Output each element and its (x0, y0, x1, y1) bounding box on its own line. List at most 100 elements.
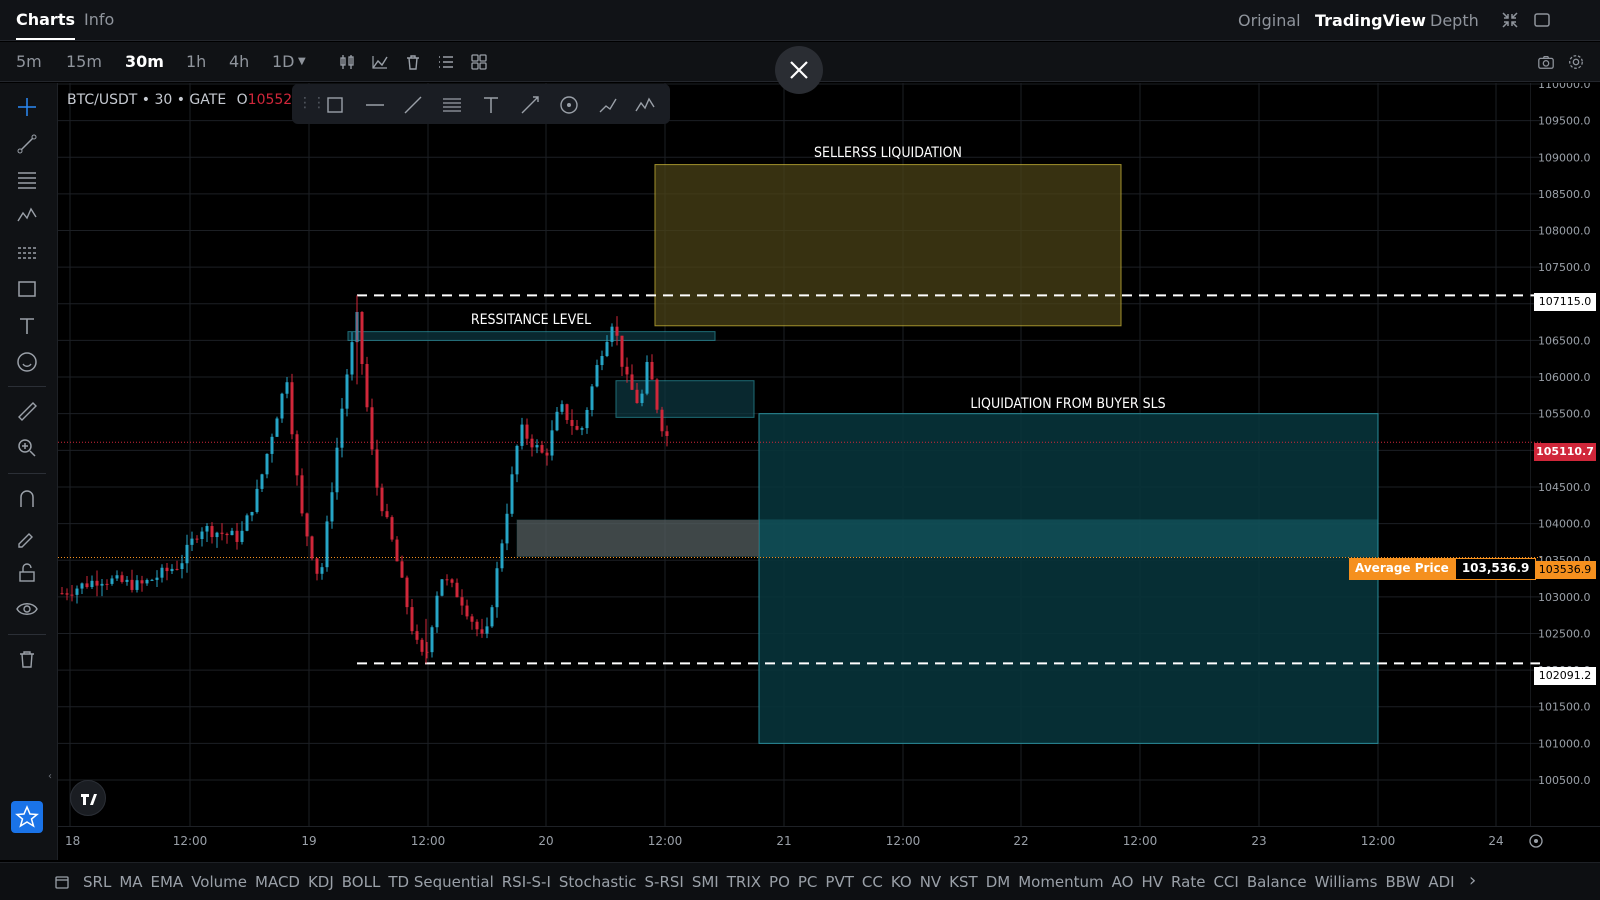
view-depth[interactable]: Depth (1430, 11, 1479, 30)
pattern-icon[interactable] (15, 203, 39, 227)
rectangle-icon[interactable] (15, 277, 39, 301)
ruler-icon[interactable] (15, 399, 39, 423)
chevron-right-icon[interactable]: › (1469, 870, 1476, 891)
timeframe-1d[interactable]: 1D (272, 52, 295, 71)
collapse-arrow-icon[interactable]: ‹ (48, 771, 52, 782)
average-price-title: Average Price (1349, 558, 1455, 580)
indicator-19[interactable]: KST (949, 873, 978, 891)
indicator-21[interactable]: Momentum (1018, 873, 1103, 891)
settings-icon[interactable] (1567, 53, 1585, 71)
indicator-1[interactable]: MA (119, 873, 142, 891)
indicator-18[interactable]: NV (920, 873, 941, 891)
timeframe-1h[interactable]: 1h (186, 52, 206, 71)
indicator-6[interactable]: BOLL (342, 873, 381, 891)
timeframe-5m[interactable]: 5m (16, 52, 42, 71)
collapse-icon[interactable] (1500, 10, 1520, 30)
timeframe-15m[interactable]: 15m (66, 52, 102, 71)
horizontal-line-icon[interactable] (364, 94, 386, 116)
indicator-2[interactable]: EMA (151, 873, 184, 891)
indicator-9[interactable]: Stochastic (559, 873, 637, 891)
indicator-28[interactable]: BBW (1385, 873, 1420, 891)
lock-drawing-icon[interactable] (15, 524, 39, 548)
candle (320, 563, 324, 580)
indicator-5[interactable]: KDJ (308, 873, 334, 891)
indicator-15[interactable]: PVT (825, 873, 853, 891)
chevron-down-icon[interactable]: ▼ (298, 56, 306, 67)
path-icon[interactable] (597, 94, 619, 116)
zoom-in-icon[interactable] (15, 436, 39, 460)
view-tradingview[interactable]: TradingView (1315, 11, 1426, 30)
arrow-line-icon[interactable] (519, 94, 541, 116)
indicator-20[interactable]: DM (986, 873, 1011, 891)
emoji-icon[interactable] (15, 350, 39, 374)
time-label-11: 12:00 (1361, 834, 1396, 848)
crosshair-icon[interactable] (15, 95, 39, 119)
eye-icon[interactable] (15, 597, 39, 621)
candle (310, 535, 314, 561)
time-axis[interactable]: 18 12:00 19 12:00 20 12:00 21 12:00 22 12:00 23 12:… (58, 826, 1600, 860)
indicator-29[interactable]: ADI (1428, 873, 1454, 891)
indicator-14[interactable]: PC (798, 873, 818, 891)
price-label-2: 109000.0 (1538, 151, 1591, 164)
close-button[interactable] (775, 46, 823, 94)
timeframe-4h[interactable]: 4h (229, 52, 249, 71)
unlock-icon[interactable] (15, 561, 39, 585)
camera-icon[interactable] (1537, 53, 1555, 71)
price-label-1: 109500.0 (1538, 115, 1591, 128)
trash-icon[interactable] (15, 647, 39, 671)
price-label-15: 102500.0 (1538, 627, 1591, 640)
indicator-4[interactable]: MACD (255, 873, 300, 891)
trash-icon[interactable] (403, 52, 423, 72)
fib-icon[interactable] (15, 168, 39, 192)
indicator-27[interactable]: Williams (1315, 873, 1378, 891)
chart-canvas[interactable]: SELLERSS LIQUIDATION RESSITANCE LEVEL LIQU… (58, 83, 1542, 826)
window-icon[interactable] (1532, 10, 1552, 30)
indicator-0[interactable]: SRL (83, 873, 111, 891)
candles-icon[interactable] (337, 52, 357, 72)
drag-handle-icon[interactable]: ⋮⋮ (298, 95, 326, 111)
pattern-icon[interactable] (634, 94, 656, 116)
indicator-17[interactable]: KO (891, 873, 912, 891)
indicator-8[interactable]: RSI-S-I (502, 873, 551, 891)
rectangle-icon[interactable] (324, 94, 346, 116)
tab-charts[interactable]: Charts (16, 10, 75, 40)
grid-icon[interactable] (469, 52, 489, 72)
axis-settings-icon[interactable] (1529, 834, 1543, 848)
timeframe-30m[interactable]: 30m (125, 52, 164, 71)
indicator-16[interactable]: CC (862, 873, 883, 891)
indicator-23[interactable]: HV (1141, 873, 1163, 891)
view-original[interactable]: Original (1238, 11, 1301, 30)
candle (220, 523, 224, 541)
circle-icon[interactable] (558, 94, 580, 116)
indicator-12[interactable]: TRIX (727, 873, 761, 891)
indicators-icon[interactable] (370, 52, 390, 72)
list-icon[interactable] (436, 52, 456, 72)
indicator-3[interactable]: Volume (191, 873, 247, 891)
candle (465, 599, 469, 620)
candle-body (635, 389, 639, 404)
trend-line-icon[interactable] (402, 94, 424, 116)
trend-line-icon[interactable] (15, 132, 39, 156)
indicator-24[interactable]: Rate (1171, 873, 1205, 891)
tradingview-logo[interactable] (70, 780, 106, 816)
text-icon[interactable] (480, 94, 502, 116)
indicator-26[interactable]: Balance (1247, 873, 1307, 891)
candle (420, 637, 424, 656)
open-prefix: O (236, 92, 248, 108)
fib-icon[interactable] (441, 94, 463, 116)
indicator-25[interactable]: CCI (1213, 873, 1238, 891)
projection-icon[interactable] (15, 241, 39, 265)
magnet-icon[interactable] (15, 487, 39, 511)
indicator-10[interactable]: S-RSI (645, 873, 684, 891)
favorites-button[interactable] (11, 801, 43, 833)
candle (485, 617, 489, 639)
calendar-icon[interactable] (54, 874, 70, 890)
indicator-22[interactable]: AO (1112, 873, 1134, 891)
text-icon[interactable] (15, 314, 39, 338)
indicator-13[interactable]: PO (769, 873, 790, 891)
indicator-7[interactable]: TD Sequential (388, 873, 493, 891)
candle-body (560, 404, 564, 412)
candle (410, 598, 414, 635)
tab-info[interactable]: Info (84, 10, 114, 29)
indicator-11[interactable]: SMI (692, 873, 719, 891)
